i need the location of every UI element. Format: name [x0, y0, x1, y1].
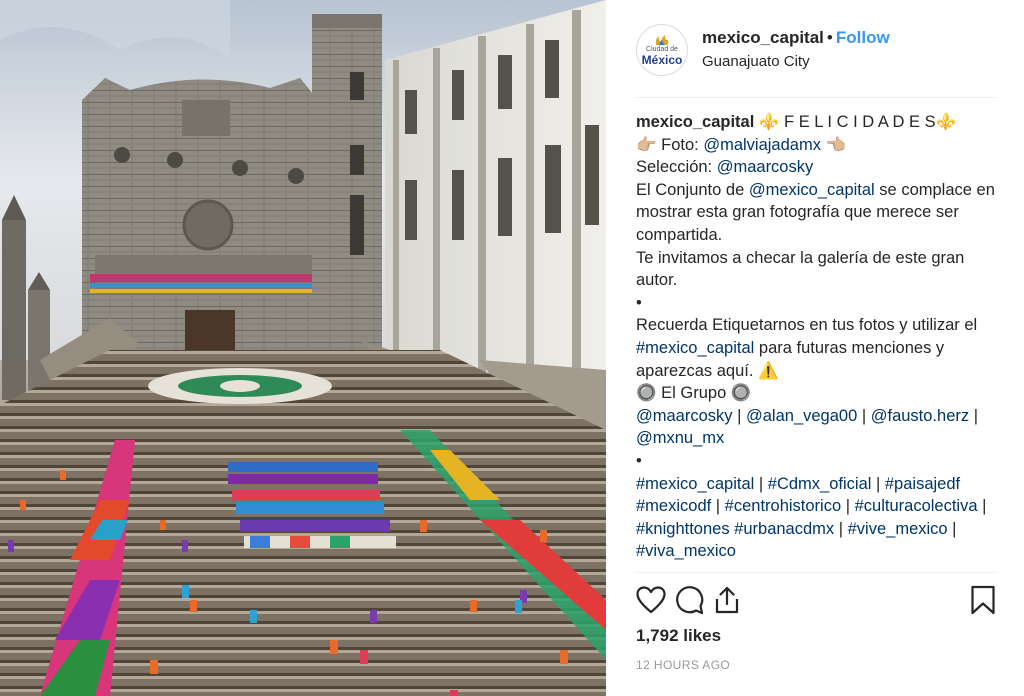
share-button[interactable]: [712, 582, 750, 618]
comment-button[interactable]: [674, 582, 712, 618]
caption-text: mexico_capital ⚜️ F E L I C I D A D E S⚜…: [636, 111, 1004, 563]
caption-fragment: |: [947, 519, 962, 538]
post-photo[interactable]: [0, 0, 606, 696]
caption-username[interactable]: mexico_capital: [636, 113, 754, 131]
bookmark-icon: [971, 585, 995, 615]
instagram-post: Ciudad de México mexico_capital • Follow G…: [0, 0, 1024, 696]
header-dot-separator: •: [826, 28, 833, 47]
mention-link[interactable]: @maarcosky: [636, 407, 733, 425]
caption-fragment: •: [636, 451, 642, 470]
hashtag-link[interactable]: #centrohistorico: [725, 497, 841, 515]
header-line: mexico_capital • Follow: [702, 27, 890, 49]
likes-count[interactable]: 1,792 likes: [636, 624, 721, 648]
caption-fragment: |: [732, 406, 746, 425]
caption-fragment: |: [754, 474, 768, 493]
caption-body: ⚜️ F E L I C I D A D E S⚜️ 👉🏼 Foto: @mal…: [636, 113, 999, 560]
caption-fragment: [960, 475, 965, 493]
header-username[interactable]: mexico_capital: [702, 28, 824, 47]
caption-fragment: |: [977, 497, 991, 516]
save-button[interactable]: [958, 582, 996, 618]
follow-button[interactable]: Follow: [836, 28, 890, 47]
caption-fragment: |: [871, 474, 885, 493]
actions-divider: [636, 572, 996, 573]
avatar[interactable]: Ciudad de México: [636, 24, 688, 76]
location-link[interactable]: Guanajuato City: [702, 51, 890, 73]
mention-link[interactable]: @mexico_capital: [749, 181, 875, 199]
post-header: Ciudad de México mexico_capital • Follow G…: [636, 22, 996, 78]
action-bar: [636, 582, 996, 618]
mention-link[interactable]: @fausto.herz: [871, 407, 969, 425]
like-button[interactable]: [636, 582, 674, 618]
caption-fragment: |: [857, 406, 871, 425]
mention-link[interactable]: @malviajadamx: [703, 136, 821, 154]
mention-link[interactable]: @mxnu_mx: [636, 429, 724, 447]
avatar-logo-word: México: [641, 52, 683, 67]
hashtag-link[interactable]: #viva_mexico: [636, 542, 736, 560]
comment-icon: [676, 586, 704, 615]
ciudad-de-mexico-logo-icon: [655, 34, 669, 45]
header-text: mexico_capital • Follow Guanajuato City: [702, 27, 890, 73]
caption-fragment: |: [834, 519, 848, 538]
share-icon: [715, 586, 739, 614]
hashtag-link[interactable]: #vive_mexico: [848, 520, 948, 538]
hashtag-link[interactable]: #paisajedf: [885, 475, 960, 493]
hashtag-link[interactable]: #urbanacdmx: [734, 520, 834, 538]
post-side-panel: Ciudad de México mexico_capital • Follow G…: [606, 0, 1024, 696]
caption-fragment: |: [711, 497, 725, 516]
hashtag-link[interactable]: #culturacolectiva: [855, 497, 978, 515]
hashtag-link[interactable]: #mexico_capital: [636, 339, 754, 357]
mention-link[interactable]: @alan_vega00: [746, 407, 857, 425]
caption-scroll-area[interactable]: mexico_capital ⚜️ F E L I C I D A D E S⚜…: [636, 111, 1004, 569]
post-timestamp[interactable]: 12 HOURS AGO: [636, 657, 730, 673]
hashtag-link[interactable]: #mexico_capital: [636, 475, 754, 493]
caption-fragment: se complace en mostrar esta gran fotogra…: [636, 180, 995, 335]
heart-icon: [636, 586, 666, 614]
header-divider: [636, 97, 996, 98]
hashtag-link[interactable]: #Cdmx_oficial: [768, 475, 872, 493]
caption-fragment: |: [969, 406, 983, 425]
mention-link[interactable]: @maarcosky: [717, 158, 814, 176]
hashtag-link[interactable]: #knighttones: [636, 520, 730, 538]
caption-fragment: |: [841, 497, 855, 516]
caption-fragment: El Conjunto de: [636, 180, 745, 199]
hashtag-link[interactable]: #mexicodf: [636, 497, 711, 515]
photo-illustration: [0, 0, 606, 696]
